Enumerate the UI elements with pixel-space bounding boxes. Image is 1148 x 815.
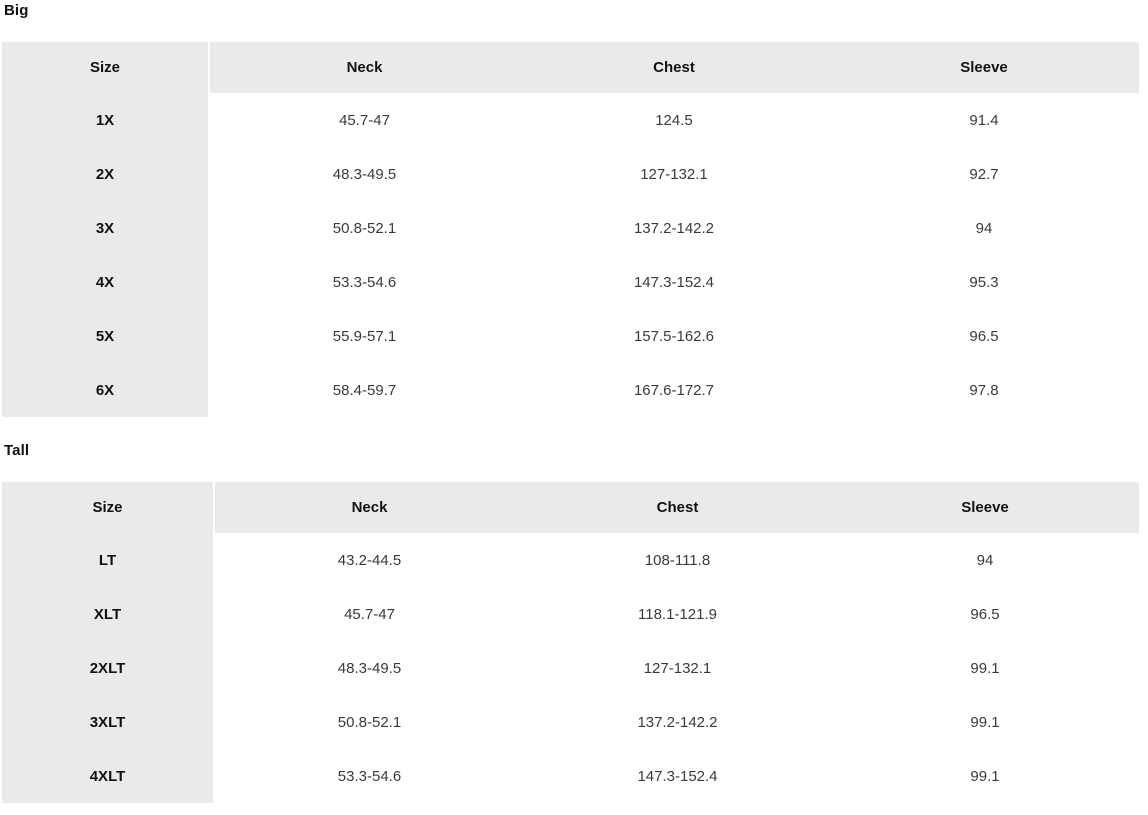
cell-size: 4X: [2, 255, 210, 309]
column-header-sleeve: Sleeve: [831, 482, 1139, 533]
table-body-tall: LT 43.2-44.5 108-111.8 94 XLT 45.7-47 11…: [2, 533, 1139, 803]
cell-sleeve: 94: [829, 201, 1139, 255]
table-row: 6X 58.4-59.7 167.6-172.7 97.8: [2, 363, 1139, 417]
column-header-chest: Chest: [524, 482, 831, 533]
column-header-neck: Neck: [214, 482, 524, 533]
table-row: 4XLT 53.3-54.6 147.3-152.4 99.1: [2, 749, 1139, 803]
cell-size: LT: [2, 533, 215, 587]
cell-neck: 50.8-52.1: [214, 695, 524, 749]
cell-chest: 137.2-142.2: [519, 201, 829, 255]
size-table-big: Size Neck Chest Sleeve 1X 45.7-47 124.5 …: [2, 42, 1139, 417]
cell-neck: 43.2-44.5: [214, 533, 524, 587]
cell-sleeve: 95.3: [829, 255, 1139, 309]
cell-size: 5X: [2, 309, 210, 363]
table-row: 3X 50.8-52.1 137.2-142.2 94: [2, 201, 1139, 255]
section-title-tall: Tall: [4, 442, 30, 459]
cell-neck: 45.7-47: [209, 93, 519, 147]
table-body-big: 1X 45.7-47 124.5 91.4 2X 48.3-49.5 127-1…: [2, 93, 1139, 417]
table-row: LT 43.2-44.5 108-111.8 94: [2, 533, 1139, 587]
cell-neck: 45.7-47: [214, 587, 524, 641]
column-header-size: Size: [2, 482, 215, 533]
cell-chest: 108-111.8: [524, 533, 831, 587]
table-header-big: Size Neck Chest Sleeve: [2, 42, 1139, 93]
column-header-size: Size: [2, 42, 210, 93]
cell-chest: 127-132.1: [524, 641, 831, 695]
column-header-chest: Chest: [519, 42, 829, 93]
cell-size: 3X: [2, 201, 210, 255]
cell-neck: 53.3-54.6: [214, 749, 524, 803]
cell-chest: 147.3-152.4: [519, 255, 829, 309]
cell-neck: 50.8-52.1: [209, 201, 519, 255]
cell-size: 6X: [2, 363, 210, 417]
cell-chest: 118.1-121.9: [524, 587, 831, 641]
table-row: 2XLT 48.3-49.5 127-132.1 99.1: [2, 641, 1139, 695]
cell-sleeve: 99.1: [831, 641, 1139, 695]
cell-size: 2X: [2, 147, 210, 201]
cell-sleeve: 99.1: [831, 695, 1139, 749]
table-row: 5X 55.9-57.1 157.5-162.6 96.5: [2, 309, 1139, 363]
cell-neck: 55.9-57.1: [209, 309, 519, 363]
table-header-row: Size Neck Chest Sleeve: [2, 42, 1139, 93]
table-row: 4X 53.3-54.6 147.3-152.4 95.3: [2, 255, 1139, 309]
cell-neck: 58.4-59.7: [209, 363, 519, 417]
cell-sleeve: 99.1: [831, 749, 1139, 803]
cell-chest: 147.3-152.4: [524, 749, 831, 803]
table-row: 2X 48.3-49.5 127-132.1 92.7: [2, 147, 1139, 201]
cell-chest: 157.5-162.6: [519, 309, 829, 363]
cell-size: 1X: [2, 93, 210, 147]
cell-sleeve: 92.7: [829, 147, 1139, 201]
table-row: 3XLT 50.8-52.1 137.2-142.2 99.1: [2, 695, 1139, 749]
cell-size: XLT: [2, 587, 215, 641]
table-header-tall: Size Neck Chest Sleeve: [2, 482, 1139, 533]
column-header-sleeve: Sleeve: [829, 42, 1139, 93]
table-row: XLT 45.7-47 118.1-121.9 96.5: [2, 587, 1139, 641]
cell-neck: 48.3-49.5: [209, 147, 519, 201]
cell-chest: 124.5: [519, 93, 829, 147]
table-header-row: Size Neck Chest Sleeve: [2, 482, 1139, 533]
cell-size: 4XLT: [2, 749, 215, 803]
cell-sleeve: 96.5: [831, 587, 1139, 641]
cell-chest: 167.6-172.7: [519, 363, 829, 417]
cell-chest: 127-132.1: [519, 147, 829, 201]
cell-sleeve: 96.5: [829, 309, 1139, 363]
cell-sleeve: 97.8: [829, 363, 1139, 417]
cell-sleeve: 94: [831, 533, 1139, 587]
cell-chest: 137.2-142.2: [524, 695, 831, 749]
cell-neck: 53.3-54.6: [209, 255, 519, 309]
cell-size: 3XLT: [2, 695, 215, 749]
cell-size: 2XLT: [2, 641, 215, 695]
size-chart-page: Big Size Neck Chest Sleeve 1X 45.7-47 12…: [0, 0, 1148, 815]
size-table-tall: Size Neck Chest Sleeve LT 43.2-44.5 108-…: [2, 482, 1139, 803]
column-header-neck: Neck: [209, 42, 519, 93]
table-row: 1X 45.7-47 124.5 91.4: [2, 93, 1139, 147]
section-title-big: Big: [4, 2, 29, 19]
cell-neck: 48.3-49.5: [214, 641, 524, 695]
cell-sleeve: 91.4: [829, 93, 1139, 147]
